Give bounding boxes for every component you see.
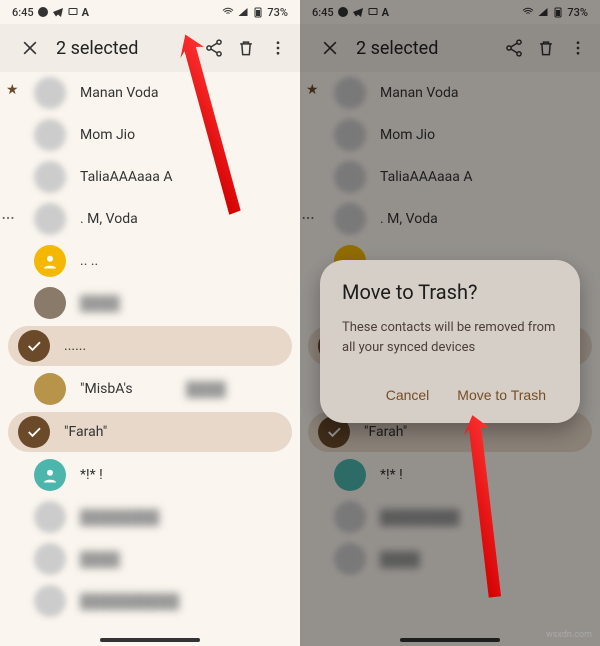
nav-handle[interactable]: [100, 638, 200, 642]
avatar: [34, 77, 66, 109]
wifi-icon: [222, 6, 234, 18]
star-icon: ★: [6, 82, 19, 98]
avatar: [34, 245, 66, 277]
avatar-check: [18, 416, 50, 448]
contact-name: Mom Jio: [80, 127, 286, 143]
contact-name: .. ..: [80, 253, 286, 269]
contact-name: ......: [64, 338, 282, 354]
close-icon: [20, 38, 40, 58]
telegram-icon: [52, 6, 64, 18]
contact-name: *!* !: [80, 467, 286, 483]
person-icon: [41, 252, 59, 270]
avatar: [34, 585, 66, 617]
contact-item[interactable]: *!* !: [0, 454, 300, 496]
person-icon: [41, 466, 59, 484]
contact-item[interactable]: ████████: [0, 496, 300, 538]
contact-name: . M, Voda: [80, 211, 286, 227]
status-bar: 6:45 A 73%: [0, 0, 300, 24]
dialog-title: Move to Trash?: [342, 280, 558, 304]
contact-item[interactable]: ★ Manan Voda: [0, 72, 300, 114]
contact-name-blurred: ████: [80, 551, 286, 568]
check-icon: [25, 337, 43, 355]
contact-name: "MisbA's: [80, 381, 180, 397]
phone-screen-right: 6:45 A 73% 2 selected: [300, 0, 600, 646]
avatar-check: [18, 330, 50, 362]
contact-name-blurred: ████: [186, 381, 286, 398]
more-horiz-icon: •••: [2, 214, 15, 225]
battery-icon: [252, 6, 264, 18]
watermark: wsxdn.com: [546, 630, 592, 640]
contact-name-blurred: ████: [80, 295, 286, 312]
contact-item[interactable]: .. ..: [0, 240, 300, 282]
whatsapp-icon: [37, 6, 49, 18]
avatar: [34, 543, 66, 575]
phone-screen-left: 6:45 A 73% 2 selected: [0, 0, 300, 646]
battery-percent: 73%: [267, 6, 288, 19]
selection-count: 2 selected: [56, 38, 194, 59]
contact-name: TaliaAAAaaa A: [80, 169, 286, 185]
contact-name: "Farah": [64, 424, 282, 440]
close-selection-button[interactable]: [18, 36, 42, 60]
avatar: [34, 203, 66, 235]
avatar: [34, 287, 66, 319]
move-to-trash-button[interactable]: Move to Trash: [445, 377, 558, 413]
contact-item[interactable]: "MisbA's ████: [0, 368, 300, 410]
contact-list[interactable]: ★ Manan Voda Mom Jio TaliaAAAaaa A ••• .…: [0, 72, 300, 632]
delete-button[interactable]: [234, 36, 258, 60]
avatar: [34, 501, 66, 533]
contact-name-blurred: ██████████: [80, 593, 286, 610]
more-button[interactable]: [266, 36, 290, 60]
contact-item[interactable]: TaliaAAAaaa A: [0, 156, 300, 198]
contact-item[interactable]: ••• . M, Voda: [0, 198, 300, 240]
share-icon: [204, 38, 224, 58]
contact-item[interactable]: ██████████: [0, 580, 300, 622]
signal-icon: [237, 6, 249, 18]
cast-icon: [67, 6, 79, 18]
avatar: [34, 161, 66, 193]
avatar: [34, 459, 66, 491]
share-button[interactable]: [202, 36, 226, 60]
contact-item-selected[interactable]: ......: [8, 326, 292, 366]
status-time: 6:45: [12, 6, 34, 19]
text-icon: A: [82, 6, 89, 19]
avatar: [34, 119, 66, 151]
trash-icon: [236, 38, 256, 58]
contact-item[interactable]: ████: [0, 538, 300, 580]
dialog-body: These contacts will be removed from all …: [342, 318, 558, 357]
contact-item[interactable]: Mom Jio: [0, 114, 300, 156]
avatar: [34, 373, 66, 405]
more-vert-icon: [269, 39, 287, 57]
contact-item[interactable]: ████: [0, 282, 300, 324]
check-icon: [25, 423, 43, 441]
cancel-button[interactable]: Cancel: [374, 377, 442, 413]
selection-header: 2 selected: [0, 24, 300, 72]
move-to-trash-dialog: Move to Trash? These contacts will be re…: [320, 260, 580, 423]
contact-name-blurred: ████████: [80, 509, 286, 526]
contact-item-selected[interactable]: "Farah": [8, 412, 292, 452]
contact-name: Manan Voda: [80, 85, 286, 101]
